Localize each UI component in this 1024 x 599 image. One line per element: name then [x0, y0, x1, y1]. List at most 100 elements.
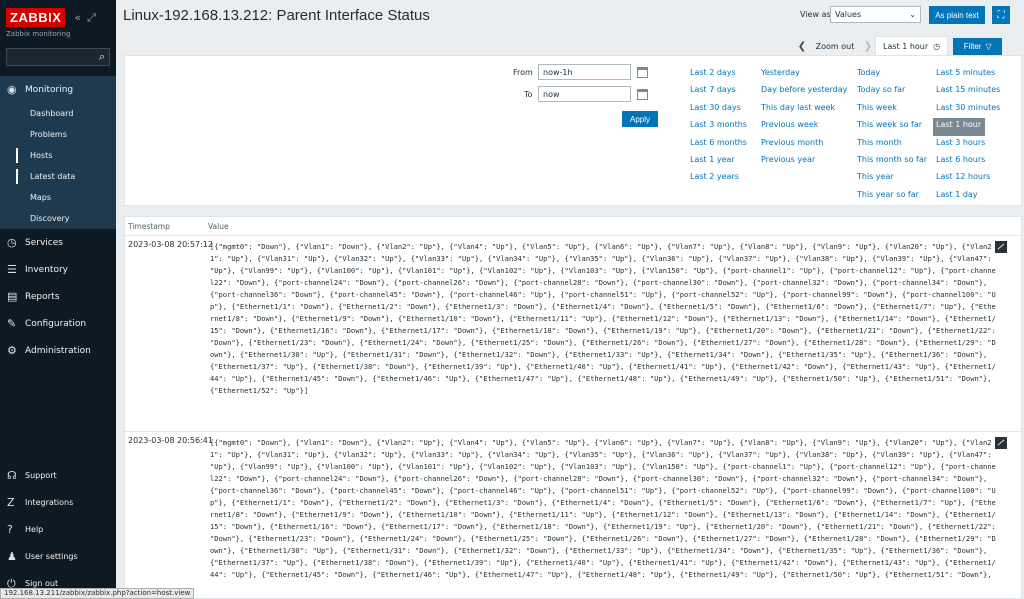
menu-integrations[interactable]: Z Integrations — [0, 489, 116, 516]
quick-range-link[interactable]: Last 1 day — [933, 188, 1003, 205]
sidebar-bottom-menu: ☊ Support Z Integrations ? Help ♟ User setti… — [0, 462, 116, 597]
tab-label: Last 1 hour — [883, 41, 929, 51]
to-input[interactable]: now — [538, 86, 631, 102]
menu-label: Services — [25, 237, 63, 248]
quick-range-link[interactable]: This day last week — [758, 101, 850, 118]
quick-range-link[interactable]: Day before yesterday — [758, 83, 850, 100]
quick-range-link[interactable]: This month so far — [854, 153, 930, 170]
monitoring-submenu: Dashboard Problems Hosts Latest data Map… — [0, 103, 116, 229]
quick-range-link[interactable]: This year so far — [854, 188, 930, 205]
quick-range-link[interactable]: Last 6 months — [687, 136, 750, 153]
menu-services[interactable]: ◷ Services — [0, 229, 116, 256]
chart-icon: ▤ — [7, 290, 18, 303]
quick-range-link[interactable]: Last 2 days — [687, 66, 750, 83]
menu-label: Reports — [25, 291, 60, 302]
wrench-icon: ✎ — [7, 317, 17, 330]
submenu-latest-data[interactable]: Latest data — [0, 166, 116, 187]
expand-icon[interactable]: ⤢ — [87, 11, 96, 25]
search-icon[interactable]: ⌕ — [99, 50, 105, 64]
quick-range-column: Last 5 minutes Last 15 minutes Last 30 m… — [933, 66, 1003, 205]
menu-inventory[interactable]: ☰ Inventory — [0, 256, 116, 283]
column-header-value: Value — [208, 221, 229, 231]
time-filter-bar: ❮ Zoom out ❯ Last 1 hour ◷ Filter ▽ — [795, 36, 1003, 56]
from-input[interactable]: now-1h — [538, 64, 631, 80]
menu-reports[interactable]: ▤ Reports — [0, 283, 116, 310]
menu-label: Monitoring — [25, 84, 74, 95]
search-input[interactable]: ⌕ — [6, 48, 110, 66]
view-as-select[interactable]: Values ⌄ — [830, 6, 921, 23]
graph-icon[interactable] — [995, 241, 1007, 253]
menu-monitoring[interactable]: ◉ Monitoring — [0, 76, 116, 103]
quick-range-link[interactable]: Previous year — [758, 153, 850, 170]
as-plain-text-button[interactable]: As plain text — [929, 6, 985, 24]
quick-range-link[interactable]: Last 6 hours — [933, 153, 1003, 170]
quick-range-link[interactable]: Today — [854, 66, 930, 83]
calendar-icon[interactable] — [637, 67, 648, 78]
chevron-down-icon: ⌄ — [909, 10, 916, 19]
submenu-problems[interactable]: Problems — [0, 124, 116, 145]
browser-status-bar: 192.168.13.211/zabbix/zabbix.php?action=… — [0, 588, 195, 599]
quick-range-link[interactable]: This month — [854, 136, 930, 153]
menu-label: User settings — [25, 552, 78, 561]
zoom-out-button[interactable]: Zoom out — [809, 42, 861, 51]
sidebar-subtitle: Zabbix monitoring — [6, 30, 71, 38]
column-header-timestamp[interactable]: Timestamp — [125, 222, 208, 231]
quick-range-link[interactable]: Last 30 minutes — [933, 101, 1003, 118]
quick-range-link[interactable]: This year — [854, 170, 930, 187]
collapse-icon[interactable]: « — [74, 11, 81, 24]
sidebar: ZABBIX « ⤢ Zabbix monitoring ⌕ ◉ Monitori… — [0, 0, 116, 599]
quick-range-link[interactable]: Yesterday — [758, 66, 850, 83]
tab-time-range[interactable]: Last 1 hour ◷ — [875, 36, 949, 56]
submenu-discovery[interactable]: Discovery — [0, 208, 116, 229]
apply-button[interactable]: Apply — [622, 111, 658, 127]
submenu-maps[interactable]: Maps — [0, 187, 116, 208]
history-table: Timestamp Value 2023-03-08 20:57:12 [{"m… — [124, 216, 1022, 599]
graph-icon[interactable] — [995, 437, 1007, 449]
menu-help[interactable]: ? Help — [0, 516, 116, 543]
quick-range-link-selected[interactable]: Last 1 hour — [933, 118, 985, 136]
quick-range-column: Today Today so far This week This week s… — [854, 66, 930, 205]
submenu-hosts[interactable]: Hosts — [0, 145, 116, 166]
quick-range-link[interactable]: Previous month — [758, 136, 850, 153]
quick-range-link[interactable]: Last 30 days — [687, 101, 750, 118]
chevron-right-icon[interactable]: ❯ — [861, 41, 875, 52]
filter-panel: From now-1h To now Apply Last 2 days Las… — [124, 55, 1022, 206]
menu-user-settings[interactable]: ♟ User settings — [0, 543, 116, 570]
menu-label: Administration — [25, 345, 91, 356]
chevron-left-icon[interactable]: ❮ — [795, 41, 809, 52]
table-header: Timestamp Value — [125, 217, 1021, 236]
calendar-icon[interactable] — [637, 89, 648, 100]
from-label: From — [513, 68, 533, 77]
quick-range-link[interactable]: Last 15 minutes — [933, 83, 1003, 100]
kiosk-mode-button[interactable]: ⛶ — [992, 6, 1010, 24]
quick-range-link[interactable]: Last 7 days — [687, 83, 750, 100]
main-content: Linux-192.168.13.212: Parent Interface S… — [116, 0, 1024, 599]
filter-button[interactable]: Filter ▽ — [953, 37, 1003, 55]
menu-label: Integrations — [25, 498, 74, 507]
row-timestamp: 2023-03-08 20:57:12 — [128, 240, 213, 249]
menu-configuration[interactable]: ✎ Configuration — [0, 310, 116, 337]
clock-icon: ◷ — [933, 41, 941, 51]
to-label: To — [524, 90, 533, 99]
quick-range-link[interactable]: Today so far — [854, 83, 930, 100]
quick-range-link[interactable]: This week — [854, 101, 930, 118]
quick-range-link[interactable]: This week so far — [854, 118, 930, 135]
row-value: [{"mgmt0": "Down"}, {"Vlan1": "Down"}, {… — [210, 242, 996, 395]
submenu-dashboard[interactable]: Dashboard — [0, 103, 116, 124]
zabbix-logo[interactable]: ZABBIX — [6, 8, 66, 27]
menu-administration[interactable]: ⚙ Administration — [0, 337, 116, 364]
quick-range-link[interactable]: Last 2 years — [687, 170, 750, 187]
quick-range-link[interactable]: Last 12 hours — [933, 170, 1003, 187]
view-as-value: Values — [835, 10, 862, 19]
menu-support[interactable]: ☊ Support — [0, 462, 116, 489]
table-row: 2023-03-08 20:56:41 [{"mgmt0": "Down"}, … — [125, 432, 1021, 598]
table-row: 2023-03-08 20:57:12 [{"mgmt0": "Down"}, … — [125, 236, 1021, 432]
quick-range-link[interactable]: Previous week — [758, 118, 850, 135]
menu-label: Support — [25, 471, 57, 480]
quick-range-link[interactable]: Last 1 year — [687, 153, 750, 170]
list-icon: ☰ — [7, 263, 17, 276]
quick-range-link[interactable]: Last 5 minutes — [933, 66, 1003, 83]
quick-range-link[interactable]: Last 3 months — [687, 118, 750, 135]
fullscreen-icon: ⛶ — [997, 9, 1005, 21]
quick-range-link[interactable]: Last 3 hours — [933, 136, 1003, 153]
